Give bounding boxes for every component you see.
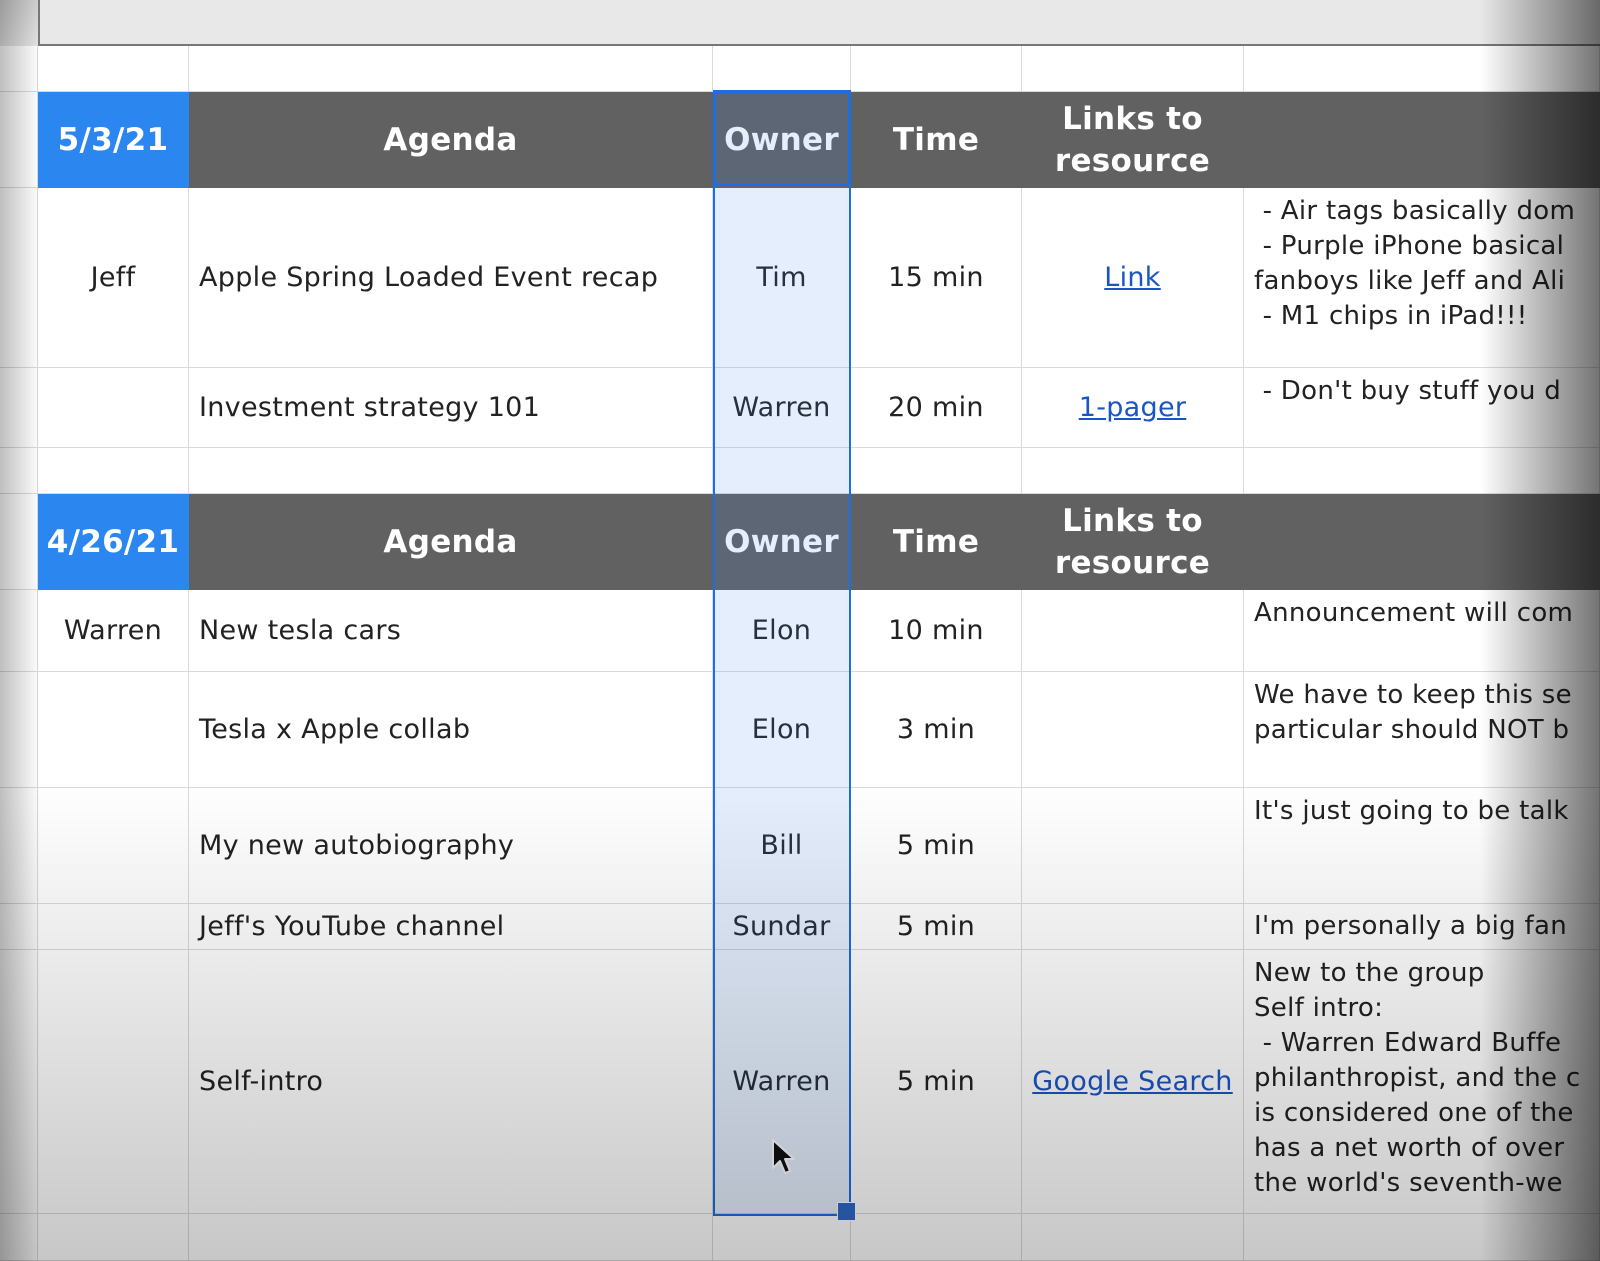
grid-cell[interactable] [851, 46, 1022, 92]
notes-cell[interactable]: New to the group Self intro: - Warren Ed… [1244, 950, 1600, 1214]
grid-cell[interactable] [713, 46, 851, 92]
link-cell[interactable] [1022, 904, 1244, 950]
grid-cell[interactable] [189, 1214, 713, 1261]
grid-cell[interactable] [713, 1214, 851, 1261]
header-time[interactable]: Time [851, 494, 1022, 590]
owner-cell[interactable]: Warren [713, 368, 851, 448]
grid-cell[interactable] [0, 46, 38, 92]
notes-cell[interactable]: I'm personally a big fan [1244, 904, 1600, 950]
time-cell[interactable]: 5 min [851, 788, 1022, 904]
agenda-cell[interactable]: Apple Spring Loaded Event recap [189, 188, 713, 368]
notes-cell[interactable]: - Air tags basically dom - Purple iPhone… [1244, 188, 1600, 368]
grid-cell[interactable] [851, 1214, 1022, 1261]
grid-cell[interactable] [0, 904, 38, 950]
host-cell[interactable] [38, 904, 189, 950]
grid-cell[interactable] [713, 448, 851, 494]
owner-cell[interactable]: Bill [713, 788, 851, 904]
grid-cell[interactable] [0, 672, 38, 788]
resource-link[interactable]: 1-pager [1079, 392, 1187, 423]
agenda-cell[interactable]: Tesla x Apple collab [189, 672, 713, 788]
header-agenda[interactable]: Agenda [189, 494, 713, 590]
grid-cell[interactable] [1244, 46, 1600, 92]
header-owner[interactable]: Owner [713, 92, 851, 188]
grid-cell[interactable] [1022, 448, 1244, 494]
section-date[interactable]: 4/26/21 [38, 494, 189, 590]
formula-bar [0, 0, 1600, 46]
grid-cell[interactable] [0, 1214, 38, 1261]
grid-cell[interactable] [1022, 1214, 1244, 1261]
host-cell[interactable] [38, 368, 189, 448]
resource-link[interactable]: Link [1104, 262, 1161, 293]
notes-cell[interactable]: - Don't buy stuff you d [1244, 368, 1600, 448]
grid-cell[interactable] [189, 448, 713, 494]
header-links[interactable]: Links to resource [1022, 494, 1244, 590]
grid-cell[interactable] [1244, 1214, 1600, 1261]
header-agenda[interactable]: Agenda [189, 92, 713, 188]
grid-cell[interactable] [38, 448, 189, 494]
grid-cell[interactable] [0, 590, 38, 672]
grid-cell[interactable] [0, 92, 38, 188]
time-cell[interactable]: 5 min [851, 950, 1022, 1214]
fill-handle[interactable] [837, 1202, 856, 1221]
agenda-cell[interactable]: My new autobiography [189, 788, 713, 904]
agenda-cell[interactable]: Investment strategy 101 [189, 368, 713, 448]
time-cell[interactable]: 3 min [851, 672, 1022, 788]
link-cell[interactable] [1022, 590, 1244, 672]
owner-cell[interactable]: Elon [713, 590, 851, 672]
grid-cell[interactable] [0, 950, 38, 1214]
grid-cell[interactable] [0, 494, 38, 590]
notes-cell[interactable]: We have to keep this se particular shoul… [1244, 672, 1600, 788]
grid-cell[interactable] [0, 368, 38, 448]
owner-cell[interactable]: Tim [713, 188, 851, 368]
time-cell[interactable]: 5 min [851, 904, 1022, 950]
notes-cell[interactable]: Announcement will com [1244, 590, 1600, 672]
host-cell[interactable]: Warren [38, 590, 189, 672]
host-cell[interactable] [38, 672, 189, 788]
notes-cell[interactable]: It's just going to be talk [1244, 788, 1600, 904]
time-cell[interactable]: 10 min [851, 590, 1022, 672]
formula-bar-field[interactable] [38, 0, 1600, 46]
header-links[interactable]: Links to resource [1022, 92, 1244, 188]
time-cell[interactable]: 20 min [851, 368, 1022, 448]
link-cell[interactable]: 1-pager [1022, 368, 1244, 448]
header-notes[interactable] [1244, 494, 1600, 590]
owner-cell[interactable]: Elon [713, 672, 851, 788]
grid-cell[interactable] [38, 46, 189, 92]
agenda-cell[interactable]: New tesla cars [189, 590, 713, 672]
resource-link[interactable]: Google Search [1032, 1066, 1232, 1097]
time-cell[interactable]: 15 min [851, 188, 1022, 368]
grid-cell[interactable] [38, 1214, 189, 1261]
host-cell[interactable]: Jeff [38, 188, 189, 368]
grid-cell[interactable] [0, 188, 38, 368]
grid-cell[interactable] [1244, 448, 1600, 494]
link-cell[interactable]: Link [1022, 188, 1244, 368]
agenda-cell[interactable]: Self-intro [189, 950, 713, 1214]
grid-cell[interactable] [851, 448, 1022, 494]
host-cell[interactable] [38, 950, 189, 1214]
section-date[interactable]: 5/3/21 [38, 92, 189, 188]
mouse-pointer-icon [772, 1139, 795, 1174]
agenda-cell[interactable]: Jeff's YouTube channel [189, 904, 713, 950]
link-cell[interactable] [1022, 788, 1244, 904]
header-owner[interactable]: Owner [713, 494, 851, 590]
link-cell[interactable]: Google Search [1022, 950, 1244, 1214]
header-time[interactable]: Time [851, 92, 1022, 188]
host-cell[interactable] [38, 788, 189, 904]
grid-cell[interactable] [0, 448, 38, 494]
header-notes[interactable] [1244, 92, 1600, 188]
link-cell[interactable] [1022, 672, 1244, 788]
spreadsheet-grid: 5/3/21 Agenda Owner Time Links to resour… [0, 46, 1600, 1261]
owner-cell[interactable]: Sundar [713, 904, 851, 950]
grid-cell[interactable] [1022, 46, 1244, 92]
grid-cell[interactable] [0, 788, 38, 904]
grid-cell[interactable] [189, 46, 713, 92]
